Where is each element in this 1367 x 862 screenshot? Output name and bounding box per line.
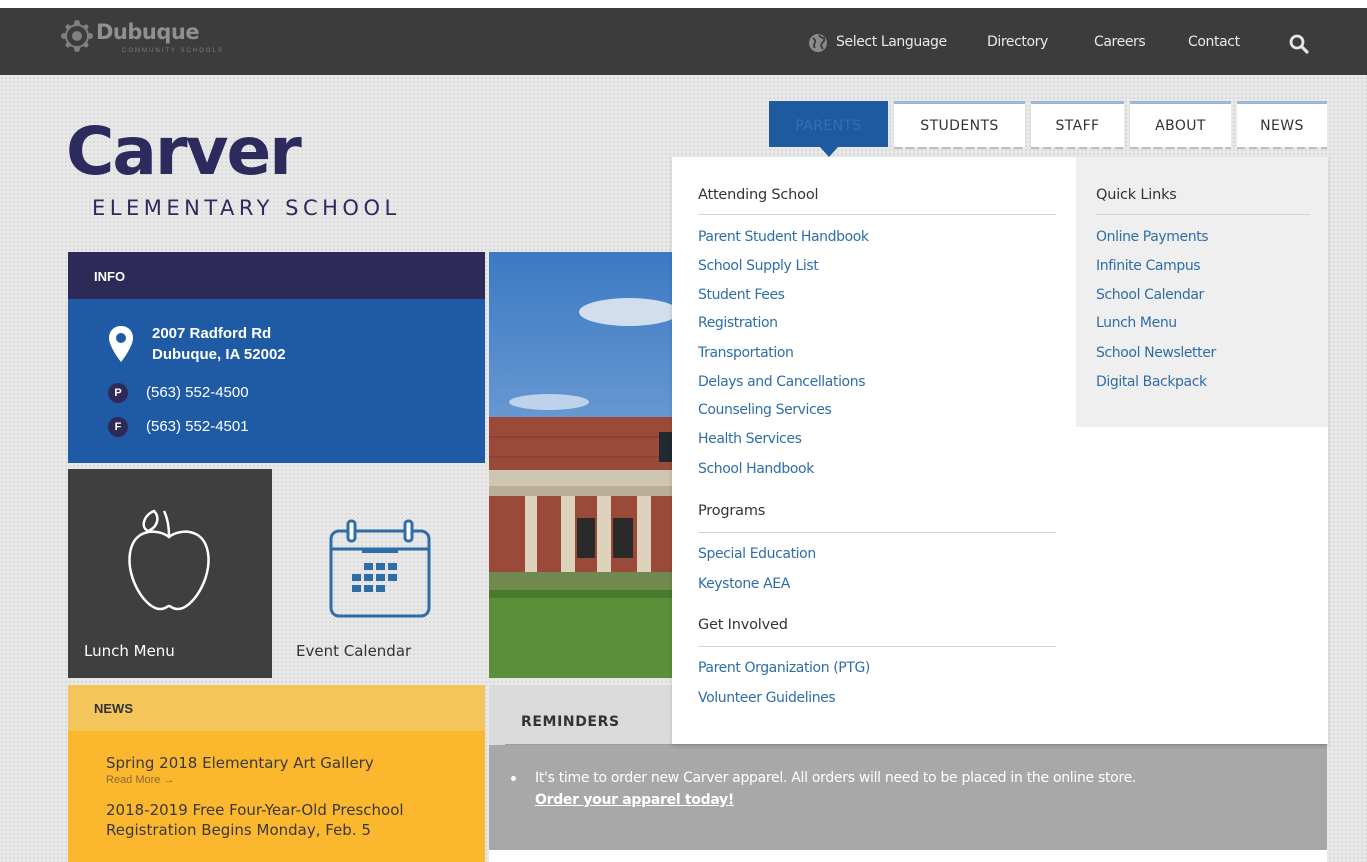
tab-students-label: STUDENTS xyxy=(920,117,999,134)
tab-parents-label: PARENTS xyxy=(795,117,862,134)
tab-about-label: ABOUT xyxy=(1155,117,1206,134)
news-heading: NEWS xyxy=(68,685,485,731)
link-lunch-menu[interactable]: Lunch Menu xyxy=(1096,315,1177,331)
news-item-title[interactable]: Spring 2018 Elementary Art Gallery xyxy=(106,753,465,773)
link-special-education[interactable]: Special Education xyxy=(698,546,816,562)
link-registration[interactable]: Registration xyxy=(698,315,778,331)
contact-link[interactable]: Contact xyxy=(1188,34,1240,50)
fax-badge-icon: F xyxy=(108,417,128,437)
link-school-calendar[interactable]: School Calendar xyxy=(1096,287,1204,303)
get-involved-heading: Get Involved xyxy=(698,617,788,633)
school-building-photo xyxy=(489,252,673,678)
school-name[interactable]: Carver xyxy=(66,112,302,192)
info-panel: 2007 Radford Rd Dubuque, IA 52002 P (563… xyxy=(68,299,485,463)
address-line-1: 2007 Radford Rd xyxy=(152,325,272,342)
event-calendar-label: Event Calendar xyxy=(296,642,412,660)
section-divider xyxy=(698,646,1056,647)
tab-news-label: NEWS xyxy=(1260,117,1304,134)
news-list: Spring 2018 Elementary Art Gallery Read … xyxy=(68,731,485,862)
select-language-link[interactable]: Select Language xyxy=(836,34,947,50)
school-subtitle: ELEMENTARY SCHOOL xyxy=(92,196,401,220)
tab-parents[interactable]: PARENTS xyxy=(769,101,888,157)
calendar-icon xyxy=(329,519,431,618)
reminder-text: It's time to order new Carver apparel. A… xyxy=(535,767,1315,811)
tab-staff-label: STAFF xyxy=(1055,117,1100,134)
top-nav: Select Language Directory Careers Contac… xyxy=(0,8,1367,75)
link-transportation[interactable]: Transportation xyxy=(698,345,794,361)
quick-links-heading: Quick Links xyxy=(1096,187,1177,203)
news-item-title[interactable]: 2018-2019 Free Four-Year-Old Preschool R… xyxy=(106,800,465,840)
tab-about[interactable]: ABOUT xyxy=(1130,101,1231,149)
lunch-menu-label: Lunch Menu xyxy=(84,642,175,660)
tab-news[interactable]: NEWS xyxy=(1237,101,1327,149)
reminders-panel: It's time to order new Carver apparel. A… xyxy=(489,745,1327,850)
building-illustration xyxy=(489,252,673,678)
search-icon[interactable] xyxy=(1289,34,1309,54)
section-divider xyxy=(1096,214,1310,215)
link-delays-and-cancellations[interactable]: Delays and Cancellations xyxy=(698,374,865,390)
link-digital-backpack[interactable]: Digital Backpack xyxy=(1096,374,1207,390)
link-keystone-aea[interactable]: Keystone AEA xyxy=(698,576,790,592)
tab-students[interactable]: STUDENTS xyxy=(894,101,1025,149)
section-divider xyxy=(698,532,1056,533)
location-pin-icon xyxy=(109,326,133,362)
careers-link[interactable]: Careers xyxy=(1094,34,1146,50)
read-more-link[interactable]: Read More → xyxy=(106,774,465,786)
attending-school-heading: Attending School xyxy=(698,187,819,203)
top-strip xyxy=(0,0,1367,8)
content-footer-strip xyxy=(489,850,1327,862)
tab-staff[interactable]: STAFF xyxy=(1031,101,1124,149)
link-school-supply-list[interactable]: School Supply List xyxy=(698,258,819,274)
apple-icon xyxy=(128,509,210,611)
phone-badge-icon: P xyxy=(108,383,128,403)
link-school-handbook[interactable]: School Handbook xyxy=(698,461,814,477)
reminders-heading: REMINDERS xyxy=(521,714,620,730)
link-counseling-services[interactable]: Counseling Services xyxy=(698,402,832,418)
address-line-2: Dubuque, IA 52002 xyxy=(152,346,286,363)
lunch-menu-tile[interactable]: Lunch Menu xyxy=(68,469,272,678)
section-divider xyxy=(698,214,1056,215)
link-infinite-campus[interactable]: Infinite Campus xyxy=(1096,258,1201,274)
link-student-fees[interactable]: Student Fees xyxy=(698,287,785,303)
link-parent-student-handbook[interactable]: Parent Student Handbook xyxy=(698,229,869,245)
link-parent-organization[interactable]: Parent Organization (PTG) xyxy=(698,660,870,676)
phone-number[interactable]: (563) 552-4500 xyxy=(146,384,249,401)
address[interactable]: 2007 Radford Rd Dubuque, IA 52002 xyxy=(152,323,286,365)
fax-number: (563) 552-4501 xyxy=(146,418,249,435)
link-online-payments[interactable]: Online Payments xyxy=(1096,229,1209,245)
programs-heading: Programs xyxy=(698,503,766,519)
parents-dropdown-menu: Attending School Parent Student Handbook… xyxy=(672,157,1328,744)
reminder-message: It's time to order new Carver apparel. A… xyxy=(535,770,1137,786)
link-volunteer-guidelines[interactable]: Volunteer Guidelines xyxy=(698,690,836,706)
link-school-newsletter[interactable]: School Newsletter xyxy=(1096,345,1216,361)
active-tab-caret xyxy=(819,147,838,157)
event-calendar-tile[interactable]: Event Calendar xyxy=(272,469,485,678)
info-heading: INFO xyxy=(68,252,485,299)
directory-link[interactable]: Directory xyxy=(987,34,1048,50)
bullet xyxy=(511,776,516,781)
order-apparel-link[interactable]: Order your apparel today! xyxy=(535,792,734,808)
link-health-services[interactable]: Health Services xyxy=(698,431,802,447)
